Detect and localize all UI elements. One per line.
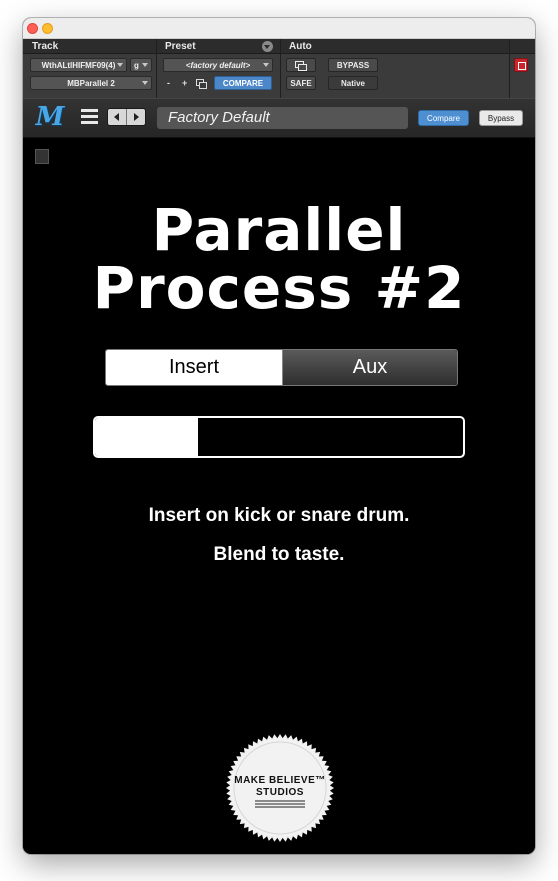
copy-settings-icon[interactable] — [196, 79, 207, 89]
window-titlebar — [23, 18, 535, 39]
track-selector[interactable]: WthALtlHIFMF09(4) — [30, 58, 127, 72]
mode-insert-option[interactable]: Insert — [106, 350, 282, 385]
close-window-button[interactable] — [27, 23, 38, 34]
badge-brand-line-1: MAKE BELIEVE™ — [234, 775, 326, 786]
preset-name-display[interactable]: Factory Default — [157, 107, 408, 129]
automation-icon — [295, 61, 307, 71]
previous-preset-arrow-icon[interactable] — [108, 109, 127, 125]
description-line-1: Insert on kick or snare drum. — [148, 505, 410, 526]
description-line-2: Blend to taste. — [213, 544, 345, 565]
resize-corner-icon[interactable] — [35, 149, 49, 164]
plugin-title: Parallel Process #2 — [23, 201, 535, 317]
safe-button[interactable]: SAFE — [286, 76, 316, 90]
blend-slider-fill — [95, 418, 199, 456]
insert-selector[interactable]: MBParallel 2 — [30, 76, 152, 90]
next-preset-arrow-icon[interactable] — [127, 109, 145, 125]
bypass-button[interactable]: Bypass — [479, 110, 523, 126]
plugin-body: Parallel Process #2 Insert Aux Insert on… — [23, 139, 535, 854]
automation-window-button[interactable] — [286, 58, 316, 72]
badge-brand-line-2: STUDIOS — [256, 787, 304, 798]
header-compare-button[interactable]: COMPARE — [214, 76, 272, 90]
plugin-window: Track Preset Auto WthALtlHIFMF09(4) g MB… — [23, 18, 535, 854]
minimize-window-button[interactable] — [42, 23, 53, 34]
preset-menu-icon[interactable] — [262, 41, 273, 52]
preset-navigation — [107, 108, 146, 126]
header-label-bar — [23, 39, 535, 54]
previous-preset-button[interactable]: - — [167, 78, 170, 88]
title-line-2: Process #2 — [92, 254, 466, 322]
title-line-1: Parallel — [151, 196, 407, 264]
target-plugin-button[interactable] — [514, 58, 528, 72]
preset-selector[interactable]: <factory default> — [163, 58, 273, 72]
compare-button[interactable]: Compare — [418, 110, 469, 126]
track-group-selector[interactable]: g — [130, 58, 152, 72]
preset-section-label: Preset — [165, 41, 196, 52]
make-believe-logo: M — [35, 102, 65, 132]
header-bypass-button[interactable]: BYPASS — [328, 58, 378, 72]
make-believe-studios-badge: MAKE BELIEVE™ STUDIOS — [225, 733, 335, 843]
blend-slider[interactable] — [93, 416, 465, 458]
mode-selector: Insert Aux — [105, 349, 458, 386]
auto-section-label: Auto — [289, 41, 312, 52]
plugin-toolbar: M Factory Default Compare Bypass — [23, 98, 535, 138]
next-preset-button[interactable]: + — [182, 78, 187, 88]
track-section-label: Track — [32, 41, 59, 52]
menu-icon[interactable] — [81, 109, 98, 124]
native-indicator: Native — [328, 76, 378, 90]
mode-aux-option[interactable]: Aux — [282, 350, 457, 385]
